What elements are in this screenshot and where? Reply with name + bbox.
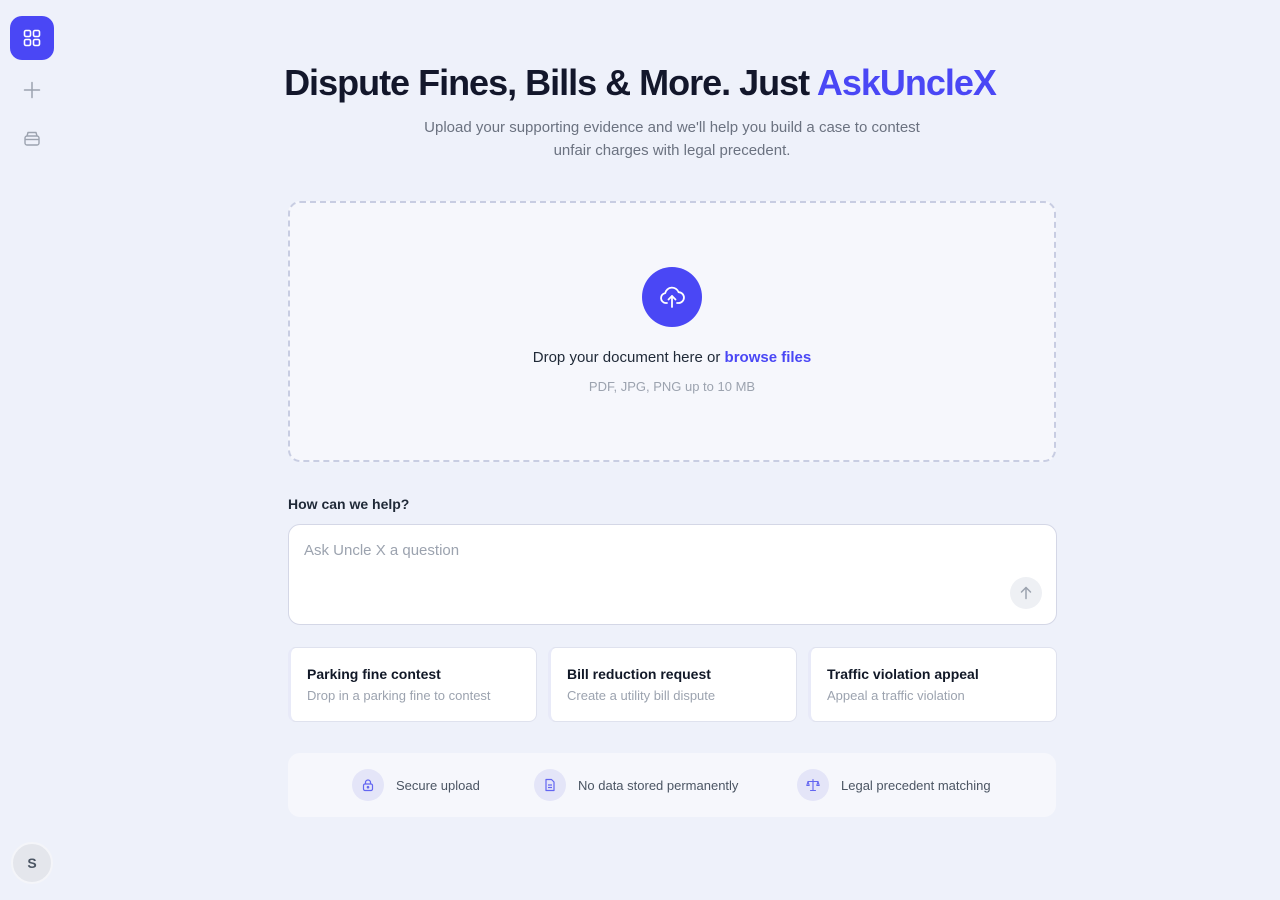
- archive-icon: [24, 131, 40, 146]
- document-icon: [545, 778, 555, 792]
- user-avatar[interactable]: S: [11, 842, 53, 884]
- feature-no-data-stored: No data stored permanently: [534, 769, 738, 801]
- grid-icon: [23, 29, 41, 47]
- card-description: Drop in a parking fine to contest: [307, 688, 491, 703]
- dropzone-hint: PDF, JPG, PNG up to 10 MB: [588, 379, 756, 394]
- feature-legal-precedent: Legal precedent matching: [797, 769, 991, 801]
- arrow-up-icon: [1020, 586, 1032, 600]
- question-label: How can we help?: [288, 496, 410, 512]
- card-description: Appeal a traffic violation: [827, 688, 965, 703]
- sidebar-item-dashboard[interactable]: [10, 16, 54, 60]
- file-dropzone[interactable]: Drop your document here or browse files …: [288, 201, 1056, 462]
- title-prefix: Dispute Fines, Bills & More. Just: [284, 62, 817, 103]
- card-title: Bill reduction request: [567, 666, 711, 682]
- dropzone-text: Drop your document here or: [532, 349, 725, 366]
- card-title: Traffic violation appeal: [827, 666, 979, 682]
- brand-name: AskUncleX: [816, 62, 997, 103]
- dropzone-instructions: Drop your document here or browse files: [290, 349, 1054, 366]
- lock-icon: [362, 779, 374, 792]
- browse-files-link[interactable]: browse files: [725, 349, 812, 366]
- feature-label: Legal precedent matching: [841, 777, 991, 793]
- feature-label: Secure upload: [396, 777, 480, 793]
- page-title: Dispute Fines, Bills & More. Just AskUnc…: [0, 62, 1280, 104]
- cloud-upload-icon: [660, 286, 685, 308]
- card-title: Parking fine contest: [307, 666, 441, 682]
- question-box: [288, 524, 1057, 625]
- page-subtitle: Upload your supporting evidence and we'l…: [424, 119, 920, 159]
- suggestion-card-bill[interactable]: Bill reduction request Create a utility …: [548, 647, 797, 722]
- suggestion-card-traffic[interactable]: Traffic violation appeal Appeal a traffi…: [808, 647, 1057, 722]
- question-input[interactable]: [304, 539, 1004, 561]
- feature-secure-upload: Secure upload: [352, 769, 480, 801]
- suggestion-card-parking[interactable]: Parking fine contest Drop in a parking f…: [288, 647, 537, 722]
- feature-label: No data stored permanently: [578, 777, 739, 793]
- upload-button[interactable]: [642, 267, 702, 327]
- feature-strip: Secure upload No data stored permanently…: [288, 753, 1056, 817]
- scales-icon: [806, 778, 820, 792]
- sidebar: S: [0, 0, 64, 900]
- send-button[interactable]: [1010, 577, 1042, 609]
- card-description: Create a utility bill dispute: [567, 688, 716, 703]
- sidebar-item-archive[interactable]: [10, 116, 54, 160]
